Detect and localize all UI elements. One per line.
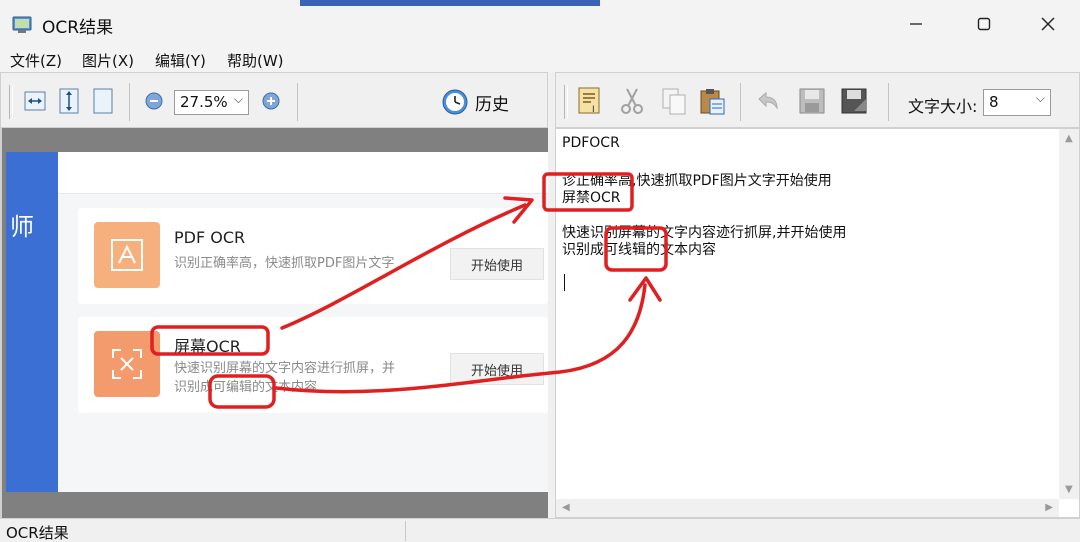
app-icon: [12, 16, 32, 33]
minimize-icon: [910, 23, 922, 25]
horizontal-scrollbar[interactable]: ◀ ▶: [556, 499, 1059, 517]
screen-ocr-desc-line1: 快速识别屏幕的文字内容进行抓屏，并: [174, 361, 396, 376]
background-window-edge: [300, 0, 600, 6]
screenshot-header: [58, 152, 548, 194]
save-as-button[interactable]: [840, 87, 868, 115]
undo-button[interactable]: [754, 87, 782, 115]
screen-capture-icon: [94, 331, 160, 397]
pdf-glyph-icon: [111, 239, 143, 271]
paste-button[interactable]: [698, 87, 726, 115]
pdf-ocr-card: PDF OCR 识别正确率高，快速抓取PDF图片文字 开始使用: [78, 208, 548, 304]
toolbar-separator: [129, 83, 130, 121]
cut-button[interactable]: [618, 87, 646, 115]
paste-icon: [700, 89, 725, 115]
save-icon: [799, 88, 825, 114]
ocr-text-line: 识别成可线辑的文本内容: [562, 242, 716, 258]
actual-size-button[interactable]: [89, 87, 117, 115]
text-pane: I 文字大小: 8 ⌵ PDFOCR 诊正确率高,快速抓取PDF图片文字开始使用…: [555, 72, 1080, 518]
toolbar-grip: [564, 85, 568, 119]
screenshot-sidebar-text: 师: [10, 213, 34, 241]
fit-width-icon: [24, 91, 46, 111]
undo-icon: [758, 91, 778, 110]
title-bar: OCR结果: [0, 0, 1080, 48]
crop-glyph-icon: [112, 349, 142, 379]
save-button[interactable]: [798, 87, 826, 115]
clock-icon: [442, 89, 468, 115]
status-text: OCR结果: [6, 524, 69, 542]
screen-ocr-card: 屏幕OCR 快速识别屏幕的文字内容进行抓屏，并 识别成可编辑的文本内容 开始使用: [78, 317, 548, 413]
screenshot-sidebar: 师: [6, 152, 58, 492]
zoom-dropdown[interactable]: 27.5% ⌵: [174, 90, 249, 115]
source-screenshot: 师 PDF OCR 识别正确率高，快速抓取PDF图片文字 开始使用 屏幕OCR …: [6, 152, 548, 492]
maximize-icon: [977, 17, 991, 31]
zoom-value: 27.5%: [180, 93, 228, 111]
menu-image[interactable]: 图片(X): [82, 50, 134, 71]
font-size-value: 8: [989, 93, 999, 111]
copy-icon: [662, 88, 686, 115]
text-toolbar: I 文字大小: 8 ⌵: [555, 72, 1080, 128]
fit-height-icon: [59, 88, 79, 114]
toolbar-separator: [740, 83, 741, 121]
menu-help[interactable]: 帮助(W): [227, 50, 284, 71]
chevron-down-icon: ⌵: [1035, 91, 1045, 105]
zoom-out-button[interactable]: [140, 87, 168, 115]
ocr-text-editor[interactable]: PDFOCR 诊正确率高,快速抓取PDF图片文字开始使用 屏禁OCR 快速识别屏…: [555, 128, 1080, 518]
maximize-button[interactable]: [962, 8, 1006, 40]
window-title: OCR结果: [42, 18, 114, 38]
chevron-down-icon: ⌵: [233, 92, 243, 106]
history-button[interactable]: 历史: [441, 88, 509, 116]
toolbar-separator: [888, 83, 889, 121]
toolbar-grip: [9, 85, 13, 119]
text-cursor: [564, 274, 565, 291]
pdf-ocr-desc: 识别正确率高，快速抓取PDF图片文字: [174, 256, 395, 271]
fit-height-button[interactable]: [55, 87, 83, 115]
close-button[interactable]: [1026, 8, 1070, 40]
pdf-ocr-start-button: 开始使用: [450, 248, 544, 280]
scissors-icon: [621, 88, 643, 114]
font-size-dropdown[interactable]: 8 ⌵: [983, 89, 1051, 116]
font-size-label: 文字大小:: [908, 97, 978, 116]
fit-width-button[interactable]: [21, 87, 49, 115]
page-icon: [93, 88, 113, 114]
scroll-down-icon[interactable]: ▼: [1065, 484, 1073, 495]
document-edit-icon: I: [578, 87, 600, 115]
zoom-in-icon: [262, 92, 280, 110]
svg-text:I: I: [592, 105, 595, 115]
scroll-up-icon[interactable]: ▲: [1065, 133, 1073, 144]
menu-file[interactable]: 文件(Z): [10, 50, 62, 71]
copy-button[interactable]: [660, 87, 688, 115]
screen-ocr-desc-line2: 识别成可编辑的文本内容: [174, 380, 318, 395]
toolbar-separator: [297, 83, 298, 121]
minimize-button[interactable]: [894, 8, 938, 40]
menu-bar: 文件(Z) 图片(X) 编辑(Y) 帮助(W): [0, 48, 1080, 72]
screen-ocr-start-button: 开始使用: [450, 353, 544, 385]
scroll-right-icon[interactable]: ▶: [1045, 502, 1053, 513]
save-as-icon: [841, 88, 867, 114]
pdf-icon: [94, 222, 160, 288]
status-divider: [405, 521, 406, 541]
image-canvas[interactable]: 师 PDF OCR 识别正确率高，快速抓取PDF图片文字 开始使用 屏幕OCR …: [0, 128, 548, 518]
history-label: 历史: [475, 94, 509, 115]
edit-text-button[interactable]: I: [576, 87, 604, 115]
image-pane: 27.5% ⌵ 历史 师 PDF OCR 识别正确率高，快速抓取PDF图片文字 …: [0, 72, 548, 518]
zoom-in-button[interactable]: [257, 87, 285, 115]
scroll-left-icon[interactable]: ◀: [562, 502, 570, 513]
close-icon: [1041, 17, 1055, 31]
ocr-text-line: PDFOCR: [562, 135, 620, 151]
vertical-scrollbar[interactable]: ▲ ▼: [1059, 129, 1079, 499]
screen-ocr-title: 屏幕OCR: [174, 337, 241, 356]
ocr-text-line: 屏禁OCR: [562, 190, 621, 206]
status-bar: OCR结果: [0, 518, 1080, 542]
pdf-ocr-title: PDF OCR: [174, 228, 246, 247]
zoom-out-icon: [145, 92, 163, 110]
menu-edit[interactable]: 编辑(Y): [155, 50, 206, 71]
image-toolbar: 27.5% ⌵ 历史: [0, 72, 548, 128]
